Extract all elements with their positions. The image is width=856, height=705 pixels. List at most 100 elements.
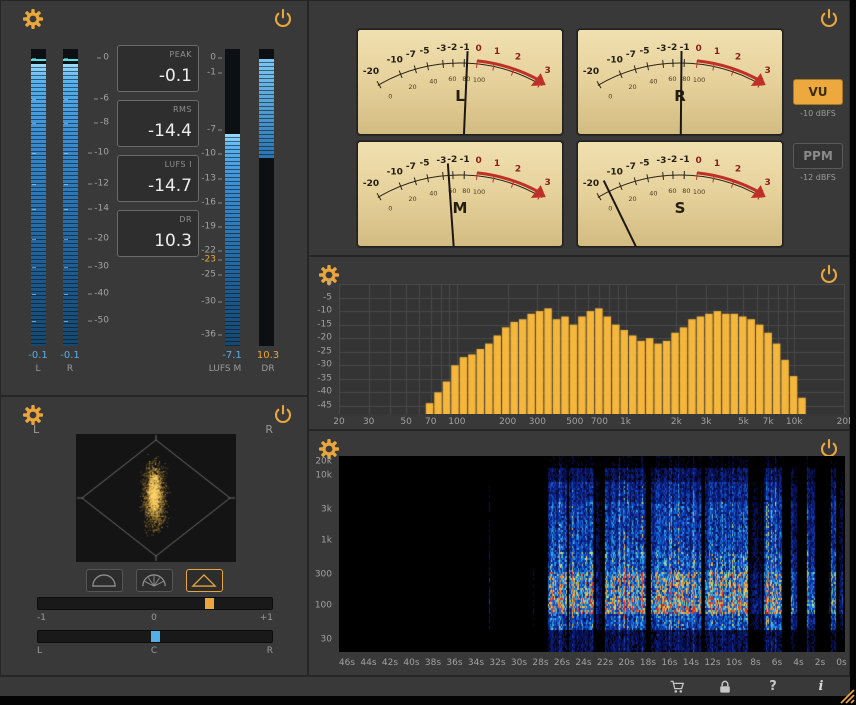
scale-label: -12 (81, 180, 109, 189)
gonio-power-button[interactable] (273, 405, 293, 425)
svg-text:-10: -10 (387, 55, 403, 65)
svg-text:-1: -1 (680, 155, 690, 165)
lufs-readout-label: LUFS I (165, 160, 192, 169)
ppm-reference-label: -12 dBFS (793, 173, 843, 182)
balance-meter[interactable] (37, 630, 273, 643)
window-edge-right (850, 0, 856, 705)
time-label: 6s (772, 659, 782, 668)
levels-settings-button[interactable] (23, 9, 43, 29)
scale-label: -16 (193, 198, 222, 207)
vu-meter-l: -20-10-7-5-3-2-10123020406080100L (357, 29, 563, 135)
spectrum-db-axis: 0-5-10-15-20-25-30-35-40-45 (309, 284, 336, 414)
svg-text:20: 20 (628, 195, 636, 203)
dr-label: DR (253, 364, 283, 374)
gonio-settings-button[interactable] (23, 405, 43, 425)
svg-text:2: 2 (515, 165, 521, 175)
svg-text:0: 0 (695, 44, 701, 54)
dome-icon (91, 573, 117, 588)
spectrogram-freq-axis: 20k10k3k1k30010030 (309, 456, 336, 652)
scale-label: -6 (81, 94, 109, 103)
left-channel-label: L (23, 364, 53, 374)
db-label: -5 (323, 293, 332, 302)
gonio-left-label: L (33, 423, 39, 436)
gear-icon (23, 405, 43, 425)
bottom-toolbar: ? i (0, 676, 850, 696)
dr-band (259, 59, 274, 158)
freq-label: 100 (315, 602, 332, 611)
svg-text:1: 1 (494, 47, 500, 57)
power-icon (273, 405, 293, 425)
vu-mode-button[interactable]: VU (793, 79, 843, 105)
freq-label: 200 (499, 418, 516, 427)
svg-text:1: 1 (714, 159, 720, 169)
vu-power-button[interactable] (819, 9, 839, 29)
audio-meter-plugin-window: 0-6-8-10-12-14-20-30-40-50 PEAK -0.1 RMS… (0, 0, 856, 705)
svg-text:60: 60 (448, 75, 456, 83)
time-label: 20s (618, 659, 634, 668)
svg-text:2: 2 (515, 53, 521, 63)
dome-rays-icon (141, 573, 167, 588)
goniometer-panel: L R -1 0 +1 L C R (0, 396, 308, 676)
time-label: 32s (489, 659, 505, 668)
spectrum-power-button[interactable] (819, 265, 839, 285)
gonio-mode-polar-button[interactable] (136, 569, 173, 592)
scale-label: -10 (193, 150, 222, 159)
lufs-m-label: LUFS M (197, 364, 253, 374)
svg-text:0: 0 (695, 156, 701, 166)
ppm-mode-button[interactable]: PPM (793, 143, 843, 169)
meter-tick (32, 209, 36, 210)
freq-label: 10k (786, 418, 803, 427)
rms-readout: RMS -14.4 (117, 100, 199, 147)
dr-readout-label: DR (179, 215, 192, 224)
svg-text:-7: -7 (626, 50, 636, 60)
peak-readout-value: -0.1 (159, 66, 192, 86)
info-button[interactable]: i (812, 678, 830, 696)
svg-text:-3: -3 (436, 156, 446, 166)
freq-label: 1k (321, 537, 332, 546)
meter-tick (32, 99, 36, 100)
meter-tick (64, 209, 68, 210)
time-label: 12s (704, 659, 720, 668)
time-label: 26s (554, 659, 570, 668)
meter-tick (32, 294, 36, 295)
store-button[interactable] (668, 678, 686, 696)
vu-meter-s: -20-10-7-5-3-2-10123020406080100S (577, 141, 783, 247)
meter-tick (32, 153, 36, 154)
time-label: 28s (532, 659, 548, 668)
freq-label: 50 (400, 418, 411, 427)
help-button[interactable]: ? (764, 678, 782, 696)
scale-label: -14 (81, 205, 109, 214)
correlation-indicator (205, 598, 214, 609)
gonio-mode-dome-button[interactable] (86, 569, 123, 592)
freq-label: 20 (333, 418, 344, 427)
freq-label: 30 (363, 418, 374, 427)
freq-label: 100 (448, 418, 465, 427)
spectrogram-display (339, 456, 845, 652)
freq-label: 3k (321, 505, 332, 514)
lufs-readout-value: -14.7 (148, 176, 192, 196)
resize-grip[interactable] (838, 687, 855, 704)
level-fill-left (31, 64, 46, 346)
lock-button[interactable] (716, 678, 734, 696)
goniometer-display (76, 434, 236, 562)
time-label: 40s (403, 659, 419, 668)
level-meter-left (31, 49, 46, 346)
svg-text:-7: -7 (406, 50, 416, 60)
time-label: 0s (836, 659, 846, 668)
scale-label: 0 (81, 53, 109, 62)
correlation-meter[interactable] (37, 597, 273, 610)
time-label: 4s (793, 659, 803, 668)
svg-text:M: M (453, 199, 468, 217)
levels-power-button[interactable] (273, 9, 293, 29)
scale-label: -23 (193, 256, 222, 265)
scale-label: -8 (81, 119, 109, 128)
scale-label: -30 (81, 263, 109, 272)
power-icon (273, 9, 293, 29)
gonio-mode-lissajous-button[interactable] (186, 569, 223, 592)
vu-meter-face: -20-10-7-5-3-2-10123020406080100R (577, 29, 783, 135)
svg-text:-7: -7 (406, 162, 416, 172)
svg-text:-10: -10 (387, 167, 403, 177)
time-label: 46s (339, 659, 355, 668)
svg-text:-3: -3 (656, 44, 666, 54)
meter-tick (64, 58, 68, 59)
